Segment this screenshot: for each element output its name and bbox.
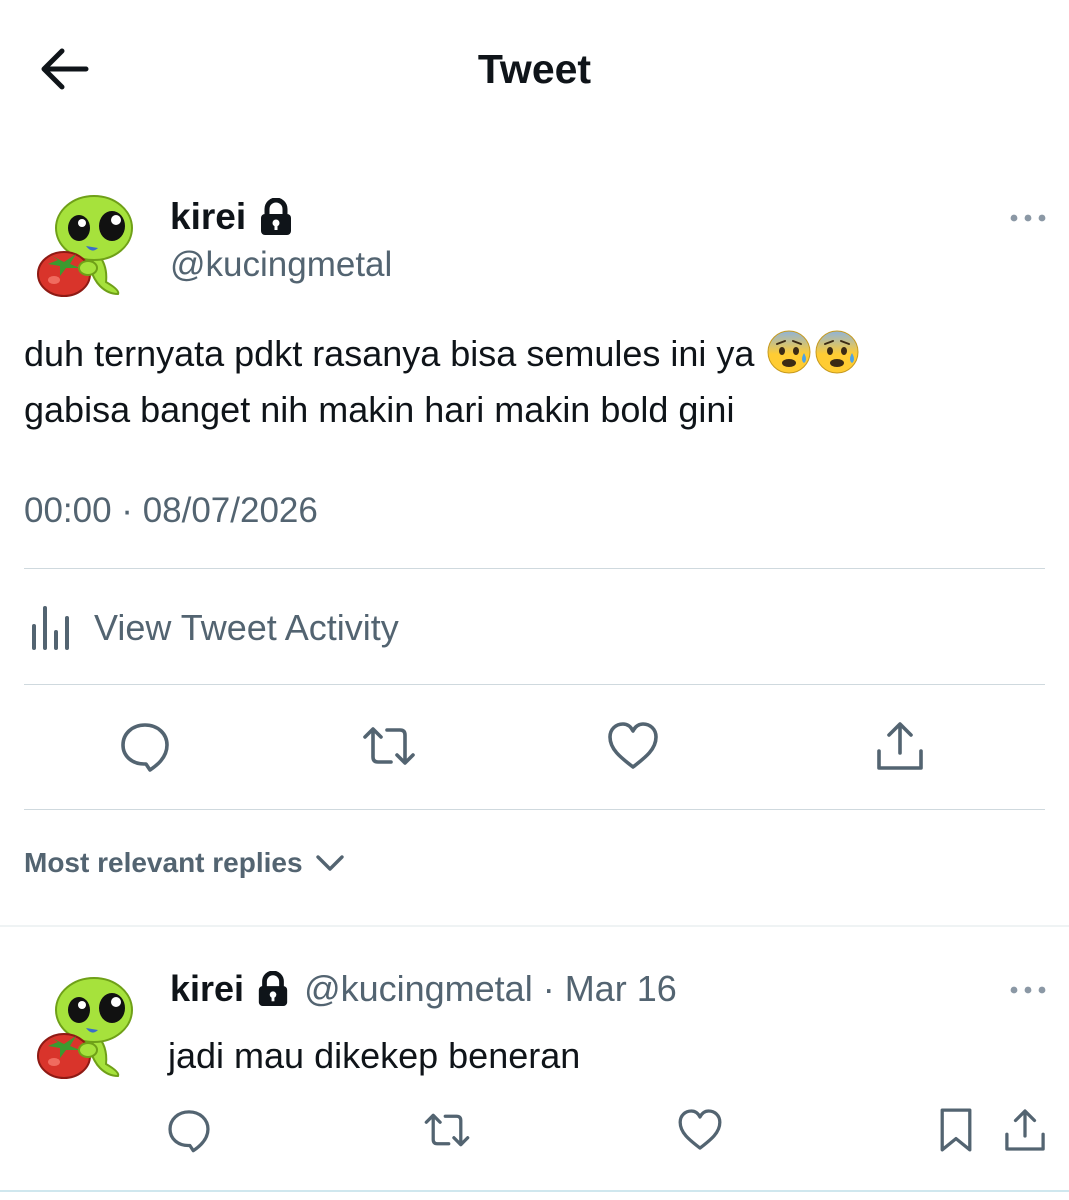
more-dots-icon	[1010, 986, 1046, 994]
page-title: Tweet	[477, 46, 592, 92]
tweet-text-line2: gabisa banget nih makin hari makin bold …	[24, 389, 735, 430]
reply-reply-button[interactable]	[164, 1105, 214, 1155]
share-upload-icon	[877, 722, 923, 770]
speech-bubble-icon	[168, 1110, 210, 1153]
lock-icon	[258, 971, 288, 1006]
reply-author-handle[interactable]: @kucingmetal	[304, 966, 533, 1012]
tweet-timestamp[interactable]: 00:00 · 08/07/2026	[24, 486, 318, 536]
view-tweet-activity-link[interactable]: View Tweet Activity	[24, 596, 399, 660]
avatar[interactable]	[34, 190, 140, 302]
replies-sort-label: Most relevant replies	[24, 847, 303, 878]
reply-more-options-button[interactable]	[1008, 978, 1048, 1002]
anxious-face-emoji	[815, 330, 859, 374]
replies-sort-dropdown[interactable]: Most relevant replies	[24, 846, 347, 880]
reply-share-button[interactable]	[1000, 1105, 1050, 1155]
reply-bookmark-button[interactable]	[931, 1105, 981, 1155]
bar-chart-icon	[32, 606, 69, 650]
lock-icon	[261, 198, 292, 235]
retweet-icon	[424, 1113, 470, 1147]
section-divider	[0, 925, 1069, 927]
reply-retweet-button[interactable]	[422, 1105, 472, 1155]
anxious-face-emoji	[767, 330, 811, 374]
author-name-row: kirei	[170, 194, 294, 240]
reply-date[interactable]: · Mar 16	[543, 966, 677, 1012]
author-name[interactable]: kirei	[170, 194, 246, 240]
heart-icon	[608, 722, 658, 769]
reply-like-button[interactable]	[675, 1105, 725, 1155]
reply-text: jadi mau dikekep beneran	[168, 1035, 581, 1076]
reply-button[interactable]	[116, 717, 174, 775]
reply-author-name[interactable]: kirei	[170, 966, 244, 1012]
heart-icon	[678, 1109, 722, 1150]
activity-label: View Tweet Activity	[94, 607, 399, 648]
divider	[24, 809, 1045, 810]
divider	[24, 568, 1045, 569]
bottom-divider	[0, 1190, 1069, 1192]
reply-header: kirei @kucingmetal · Mar 16	[170, 966, 677, 1012]
more-options-button[interactable]	[1008, 206, 1048, 230]
more-dots-icon	[1010, 214, 1046, 222]
author-handle[interactable]: @kucingmetal	[170, 243, 392, 287]
share-upload-icon	[1005, 1109, 1045, 1151]
tweet-text: duh ternyata pdkt rasanya bisa semules i…	[24, 326, 1044, 438]
reply-avatar[interactable]	[34, 972, 140, 1084]
chevron-down-icon	[315, 855, 344, 871]
divider	[24, 684, 1045, 685]
retweet-icon	[363, 727, 415, 765]
tweet-text-line1: duh ternyata pdkt rasanya bisa semules i…	[24, 333, 755, 374]
share-button[interactable]	[871, 717, 929, 775]
like-button[interactable]	[604, 717, 662, 775]
retweet-button[interactable]	[360, 717, 418, 775]
bookmark-icon	[940, 1108, 972, 1152]
speech-bubble-icon	[121, 723, 169, 772]
